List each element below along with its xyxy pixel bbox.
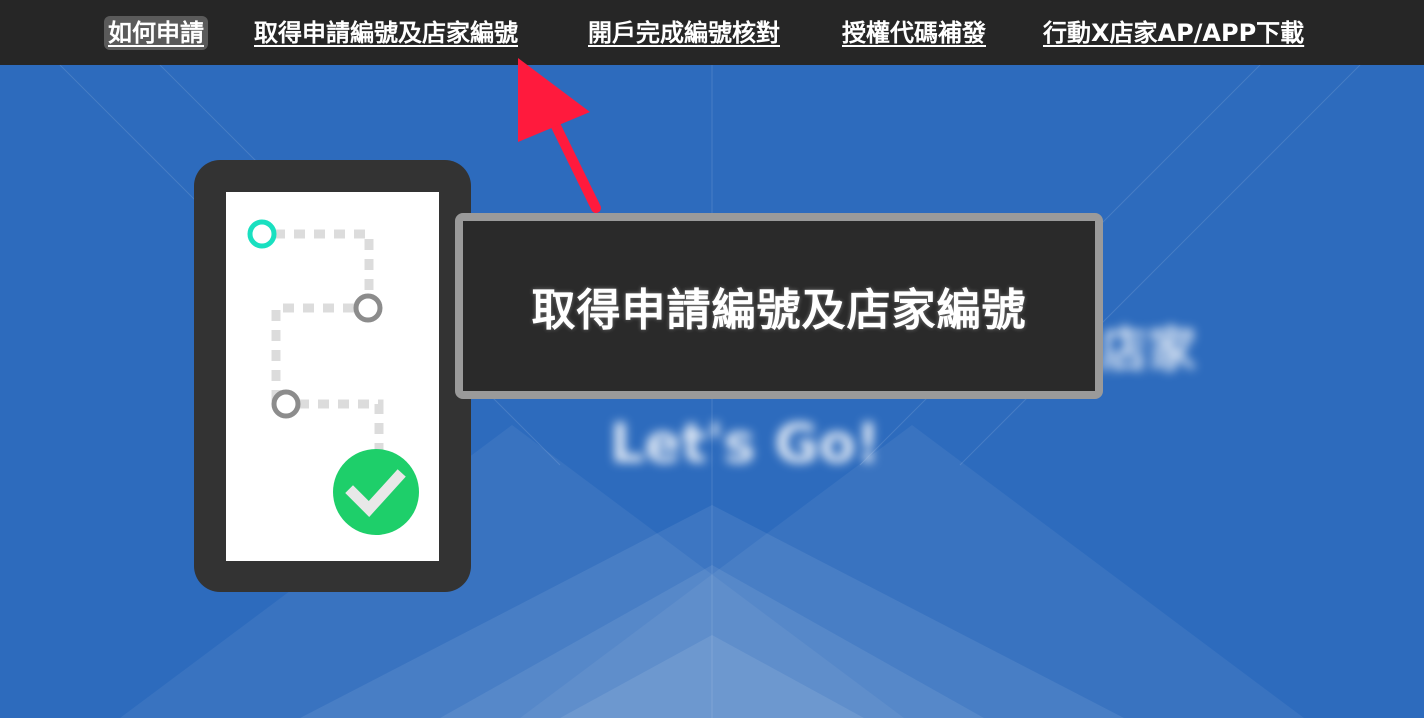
check-circle-icon xyxy=(333,449,419,535)
top-navigation: 如何申請 取得申請編號及店家編號 開戶完成編號核對 授權代碼補發 行動X店家AP… xyxy=(0,0,1424,71)
nav-item-how-to-apply[interactable]: 如何申請 xyxy=(104,16,208,50)
nav-item-get-application-number[interactable]: 取得申請編號及店家編號 xyxy=(254,16,518,50)
blurred-hero-subheading: Let's Go! xyxy=(610,412,881,475)
blurred-hero-heading: 店家 xyxy=(1100,322,1197,378)
phone-illustration xyxy=(194,160,471,592)
callout-text: 取得申請編號及店家編號 xyxy=(531,285,1027,336)
nav-item-auth-code-reissue[interactable]: 授權代碼補發 xyxy=(842,16,986,50)
nav-item-app-download[interactable]: 行動X店家AP/APP下載 xyxy=(1043,16,1304,50)
callout-box: 取得申請編號及店家編號 xyxy=(455,213,1103,399)
phone-screen xyxy=(226,192,439,561)
nav-item-account-verification[interactable]: 開戶完成編號核對 xyxy=(588,16,780,50)
